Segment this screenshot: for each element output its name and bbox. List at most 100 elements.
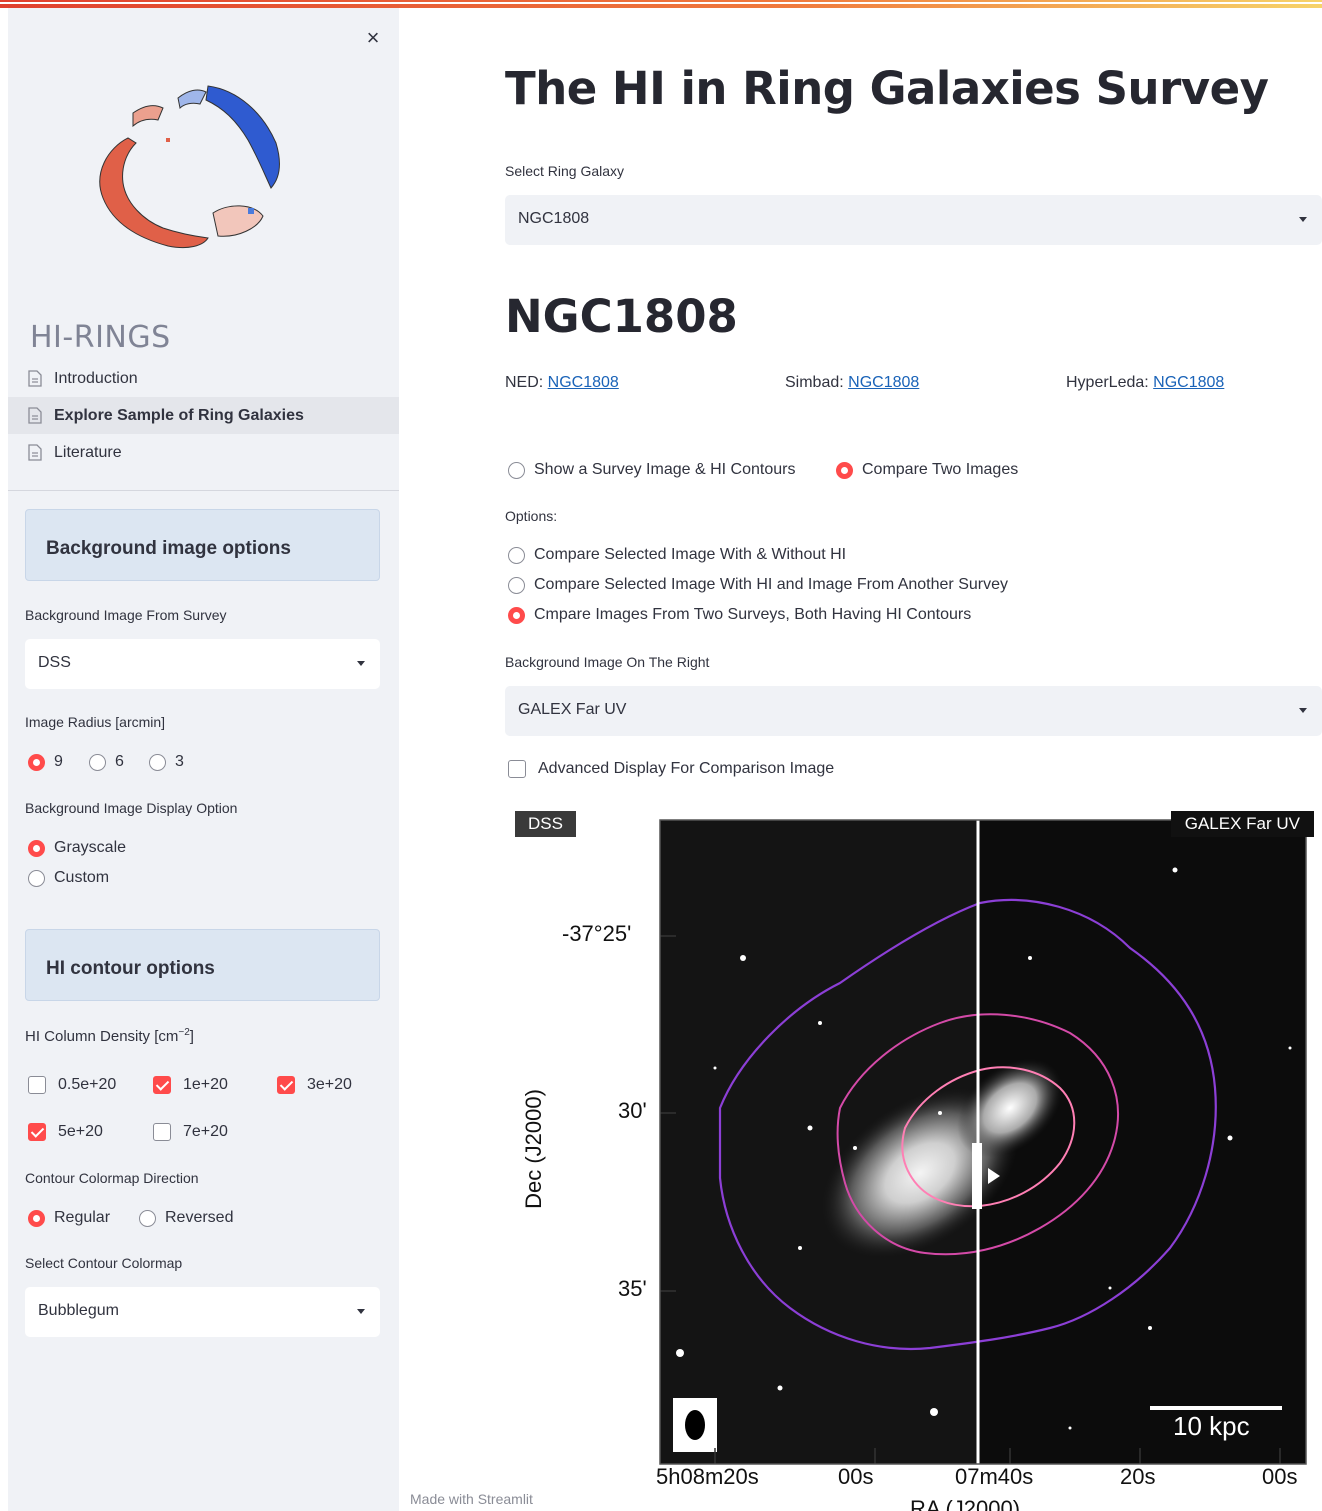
link-prefix: NED: — [505, 374, 548, 391]
checkbox-unchecked — [28, 1076, 46, 1094]
radio-unselected — [89, 753, 106, 771]
radio-label: 3 — [175, 753, 184, 770]
nav-item-introduction[interactable]: Introduction — [8, 360, 399, 397]
radio-unselected — [28, 869, 45, 887]
page-icon — [28, 444, 42, 461]
radio-unselected — [508, 546, 525, 564]
x-tick-label: 5h08m20s — [656, 1464, 759, 1489]
radio-selected — [836, 461, 853, 479]
radio-label: 9 — [54, 753, 63, 770]
x-tick-label: 20s — [1120, 1464, 1156, 1489]
density-checkbox-3e20[interactable]: 3e+20 — [277, 1076, 352, 1094]
checkbox-unchecked — [153, 1123, 171, 1141]
radio-label: Compare Selected Image With & Without HI — [534, 546, 847, 563]
direction-option-regular[interactable]: Regular — [28, 1209, 110, 1227]
y-tick-label: 35' — [618, 1276, 647, 1301]
radius-option-6[interactable]: 6 — [89, 753, 124, 771]
mode-option-compare[interactable]: Compare Two Images — [836, 461, 1018, 479]
radio-unselected — [139, 1209, 156, 1227]
hi-rings-logo — [99, 85, 280, 249]
checkbox-checked — [277, 1076, 295, 1094]
radio-label: Reversed — [165, 1209, 234, 1226]
options-label: Options: — [505, 508, 558, 524]
nav-label: Literature — [54, 443, 122, 461]
footer-credit[interactable]: Made with Streamlit — [410, 1491, 533, 1507]
bg-survey-label: Background Image From Survey — [25, 607, 227, 623]
close-sidebar-button[interactable]: × — [361, 26, 385, 50]
radius-option-9[interactable]: 9 — [28, 753, 63, 771]
checkbox-label: 3e+20 — [307, 1076, 352, 1093]
radio-unselected — [508, 461, 525, 479]
x-axis-label: RA (J2000) — [910, 1496, 1021, 1511]
radio-label: Grayscale — [54, 839, 127, 856]
ned-link[interactable]: NGC1808 — [548, 374, 619, 391]
advanced-display-checkbox[interactable]: Advanced Display For Comparison Image — [508, 760, 834, 778]
y-tick-label: -37°25' — [562, 921, 632, 946]
radius-option-3[interactable]: 3 — [149, 753, 184, 771]
checkbox-checked — [28, 1123, 46, 1141]
radio-label: Compare Two Images — [862, 461, 1019, 478]
galaxy-select-label: Select Ring Galaxy — [505, 163, 625, 179]
density-checkbox-1e20[interactable]: 1e+20 — [153, 1076, 228, 1094]
density-label-text: HI Column Density [cm — [25, 1028, 179, 1045]
mode-option-survey[interactable]: Show a Survey Image & HI Contours — [508, 461, 795, 479]
radio-unselected — [508, 576, 525, 594]
left-image-tag: DSS — [515, 811, 576, 837]
background-options-header: Background image options — [25, 509, 380, 581]
galaxy-heading: NGC1808 — [505, 290, 738, 343]
direction-option-reversed[interactable]: Reversed — [139, 1209, 233, 1227]
x-tick-label: 00s — [838, 1464, 874, 1489]
checkbox-unchecked — [508, 760, 526, 778]
compare-option-two-surveys[interactable]: Cmpare Images From Two Surveys, Both Hav… — [508, 606, 971, 624]
chevron-down-icon — [1299, 217, 1307, 222]
y-tick-label: 30' — [618, 1098, 647, 1123]
checkbox-label: 1e+20 — [183, 1076, 228, 1093]
link-prefix: HyperLeda: — [1066, 374, 1154, 391]
display-option-custom[interactable]: Custom — [28, 869, 109, 887]
checkbox-label: 5e+20 — [58, 1123, 103, 1140]
radio-label: 6 — [115, 753, 124, 770]
display-option-label: Background Image Display Option — [25, 800, 238, 816]
compare-slider-handle[interactable] — [972, 1143, 982, 1209]
radio-selected — [508, 606, 525, 624]
beam-ellipse — [685, 1410, 705, 1440]
right-bg-label: Background Image On The Right — [505, 654, 710, 670]
ned-link-row: NED: NGC1808 — [505, 374, 619, 392]
colormap-select[interactable]: Bubblegum — [25, 1287, 380, 1337]
x-tick-label: 07m40s — [955, 1464, 1034, 1489]
link-prefix: Simbad: — [785, 374, 849, 391]
radio-selected — [28, 839, 45, 857]
compare-option-another-survey[interactable]: Compare Selected Image With HI and Image… — [508, 576, 1008, 594]
scalebar-label: 10 kpc — [1173, 1411, 1250, 1441]
page-icon — [28, 407, 42, 424]
hyperleda-link-row: HyperLeda: NGC1808 — [1066, 374, 1224, 392]
density-checkbox-5e20[interactable]: 5e+20 — [28, 1123, 103, 1141]
bg-survey-select[interactable]: DSS — [25, 639, 380, 689]
radio-selected — [28, 753, 45, 771]
display-option-grayscale[interactable]: Grayscale — [28, 839, 126, 857]
page-title: The HI in Ring Galaxies Survey — [505, 62, 1269, 115]
nav-item-explore-sample[interactable]: Explore Sample of Ring Galaxies — [8, 397, 399, 434]
density-checkbox-7e20[interactable]: 7e+20 — [153, 1123, 228, 1141]
radio-selected — [28, 1209, 45, 1227]
radius-label: Image Radius [arcmin] — [25, 714, 166, 730]
x-tick-label: 00s — [1262, 1464, 1298, 1489]
density-label-close: ] — [189, 1028, 194, 1045]
checkbox-label: Advanced Display For Comparison Image — [538, 760, 835, 777]
density-checkbox-0.5e20[interactable]: 0.5e+20 — [28, 1076, 116, 1094]
right-bg-select[interactable]: GALEX Far UV — [505, 686, 1322, 736]
nav-item-literature[interactable]: Literature — [8, 434, 399, 471]
comparison-figure: DSS GALEX Far UV -37°25' 30' 35' Dec (J2… — [510, 808, 1322, 1511]
galaxy-select[interactable]: NGC1808 — [505, 195, 1322, 245]
chevron-down-icon — [357, 661, 365, 666]
comparison-image — [659, 819, 1307, 1465]
compare-option-with-without[interactable]: Compare Selected Image With & Without HI — [508, 546, 846, 564]
radio-unselected — [149, 753, 166, 771]
hyperleda-link[interactable]: NGC1808 — [1153, 374, 1224, 391]
simbad-link[interactable]: NGC1808 — [848, 374, 919, 391]
right-image-tag: GALEX Far UV — [1170, 811, 1314, 837]
nav-label: Introduction — [54, 369, 138, 387]
top-decoration-bar — [0, 0, 1322, 8]
radio-label: Compare Selected Image With HI and Image… — [534, 576, 1008, 593]
select-value: DSS — [38, 654, 71, 671]
